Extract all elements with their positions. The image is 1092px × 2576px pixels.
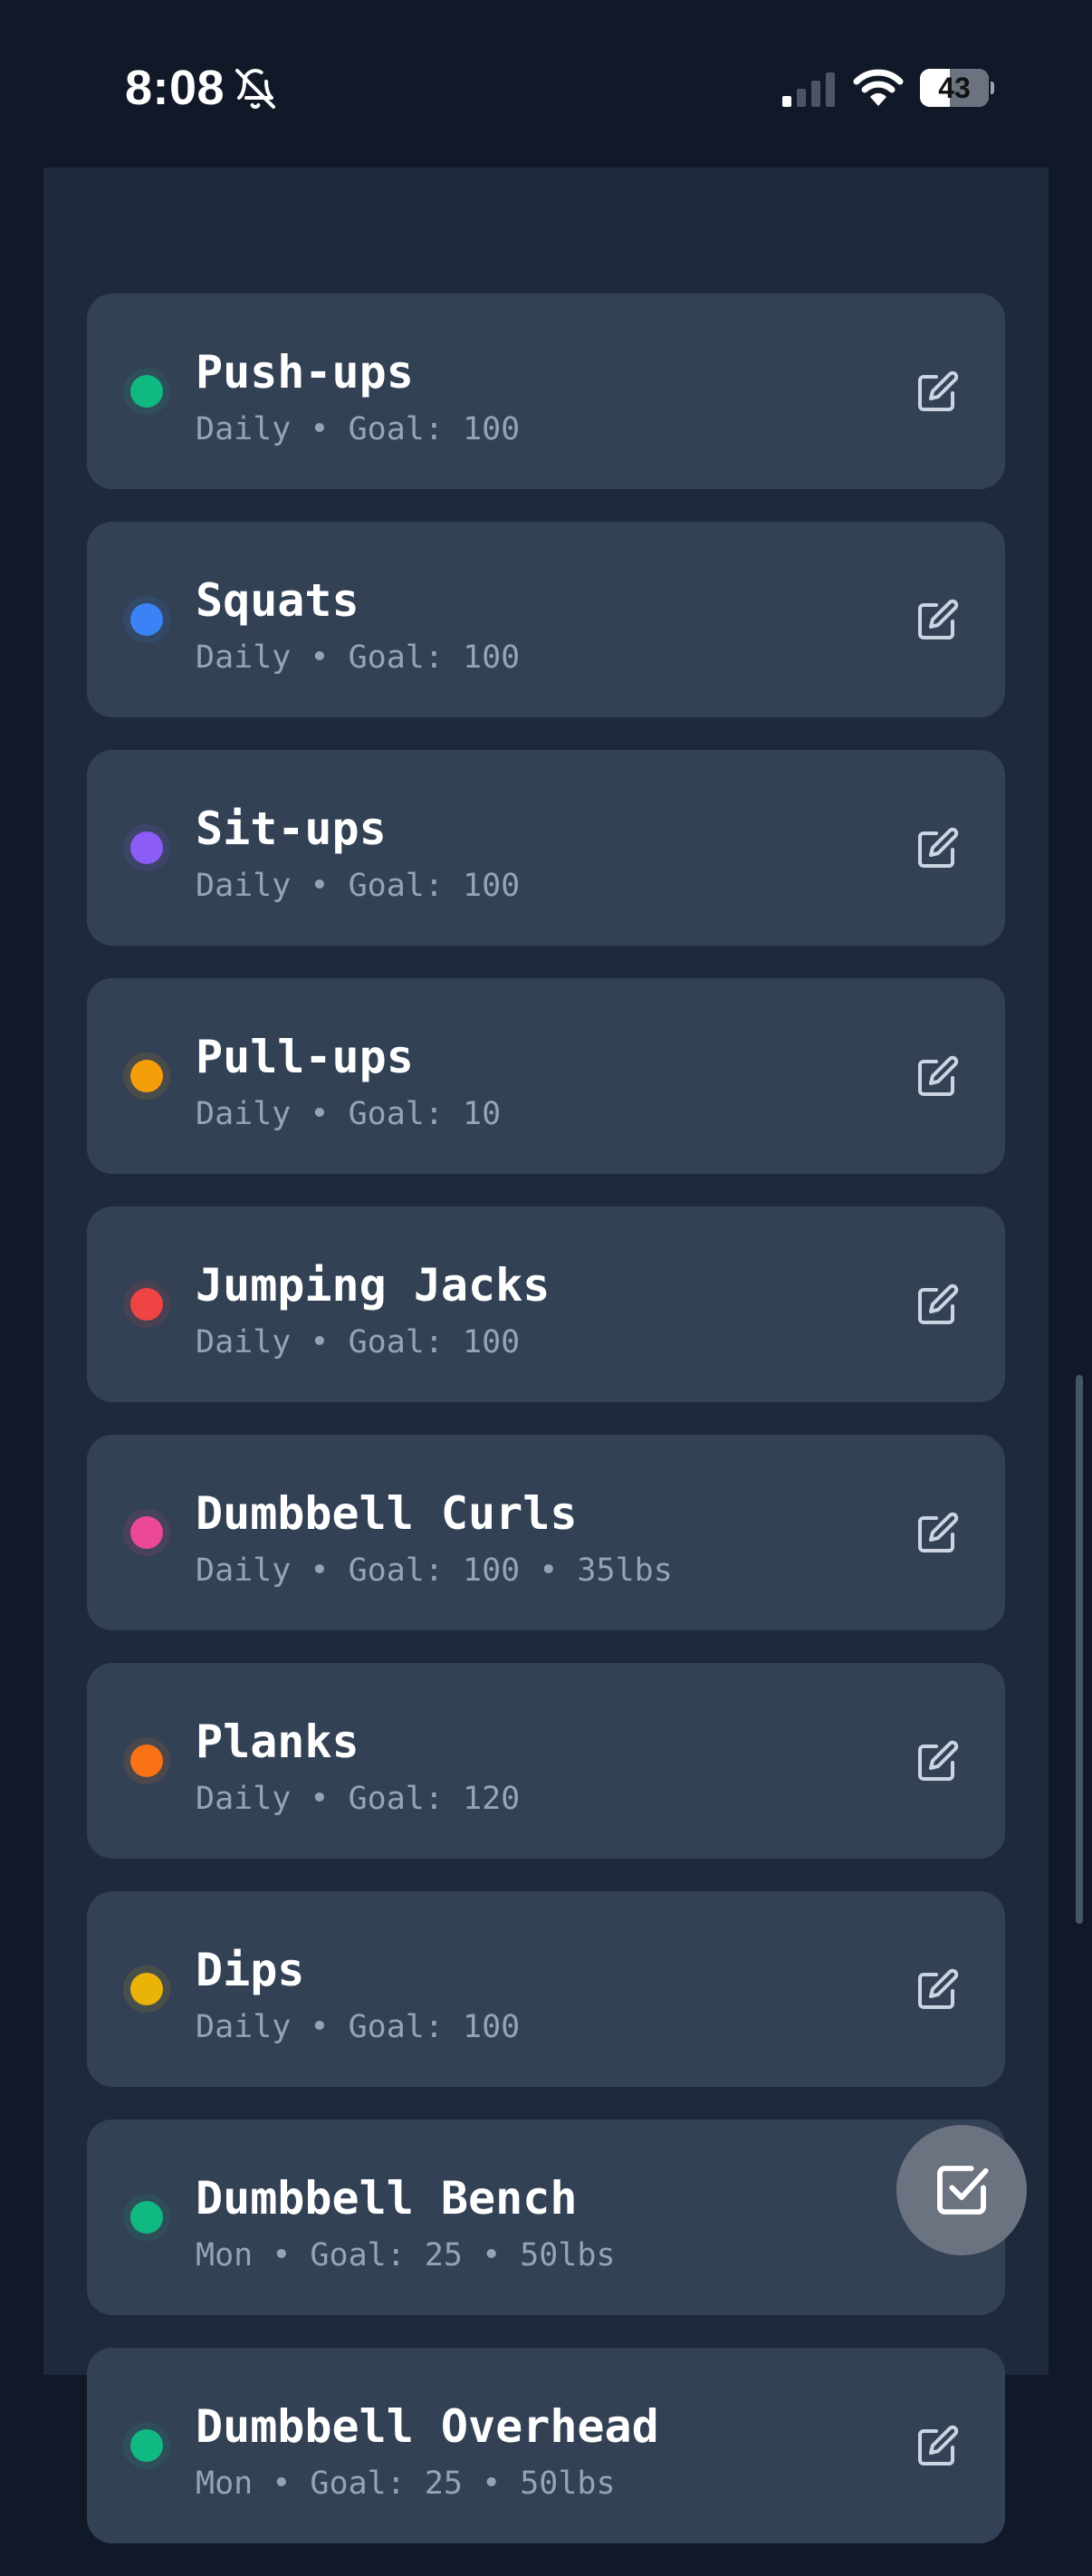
cellular-signal-icon — [782, 72, 835, 107]
exercise-color-dot — [130, 831, 163, 864]
exercise-name: Dumbbell Bench — [196, 2172, 578, 2225]
exercise-name: Pull-ups — [196, 1031, 414, 1083]
battery-level: 43 — [938, 72, 971, 104]
exercise-schedule: Daily • Goal: 100 — [196, 1324, 521, 1360]
bell-slash-icon — [235, 69, 275, 109]
complete-workout-button[interactable] — [896, 2125, 1027, 2255]
exercise-name: Dips — [196, 1944, 305, 1996]
exercise-color-dot — [130, 603, 163, 636]
exercise-card[interactable]: Sit-ups Daily • Goal: 100 — [87, 750, 1005, 946]
edit-icon[interactable] — [916, 1054, 960, 1098]
exercise-name: Push-ups — [196, 346, 414, 399]
exercise-color-dot — [130, 2201, 163, 2234]
exercise-name: Dumbbell Overhead — [196, 2400, 659, 2453]
status-time: 8:08 — [125, 61, 225, 115]
exercise-card[interactable]: Dips Daily • Goal: 100 — [87, 1891, 1005, 2087]
status-bar: 8:08 43 — [0, 0, 1092, 168]
edit-icon[interactable] — [916, 1511, 960, 1554]
edit-icon[interactable] — [916, 826, 960, 870]
exercise-name: Sit-ups — [196, 803, 387, 855]
exercise-card[interactable]: Squats Daily • Goal: 100 — [87, 522, 1005, 717]
exercise-list: Push-ups Daily • Goal: 100 Squats Daily … — [87, 293, 1005, 2576]
battery-body: 43 — [920, 69, 989, 107]
exercise-color-dot — [130, 1745, 163, 1777]
exercise-schedule: Daily • Goal: 100 — [196, 411, 521, 447]
exercise-card[interactable]: Dumbbell Bench Mon • Goal: 25 • 50lbs — [87, 2119, 1005, 2315]
exercise-schedule: Daily • Goal: 100 — [196, 2009, 521, 2045]
battery-cap — [991, 82, 994, 94]
exercise-schedule: Daily • Goal: 10 — [196, 1096, 502, 1132]
exercise-name: Jumping Jacks — [196, 1259, 551, 1312]
exercise-color-dot — [130, 1516, 163, 1549]
exercise-color-dot — [130, 1060, 163, 1092]
edit-icon[interactable] — [916, 598, 960, 641]
exercise-card[interactable]: Planks Daily • Goal: 120 — [87, 1663, 1005, 1859]
exercise-name: Squats — [196, 574, 359, 627]
exercise-color-dot — [130, 1973, 163, 2005]
exercise-schedule: Daily • Goal: 100 — [196, 868, 521, 904]
battery-icon: 43 — [920, 69, 994, 107]
exercise-schedule: Mon • Goal: 25 • 50lbs — [196, 2465, 616, 2502]
exercise-card[interactable]: Dumbbell Curls Daily • Goal: 100 • 35lbs — [87, 1435, 1005, 1630]
edit-icon[interactable] — [916, 1739, 960, 1783]
edit-icon[interactable] — [916, 2424, 960, 2467]
exercise-name: Dumbbell Curls — [196, 1487, 578, 1540]
exercise-card[interactable]: Jumping Jacks Daily • Goal: 100 — [87, 1206, 1005, 1402]
edit-icon[interactable] — [916, 1967, 960, 2011]
checkbox-check-icon — [937, 2166, 989, 2215]
exercise-schedule: Daily • Goal: 120 — [196, 1781, 521, 1817]
exercise-panel: Push-ups Daily • Goal: 100 Squats Daily … — [43, 168, 1049, 2543]
edit-icon[interactable] — [916, 370, 960, 413]
exercise-color-dot — [130, 2429, 163, 2462]
exercise-card[interactable]: Push-ups Daily • Goal: 100 — [87, 293, 1005, 489]
exercise-schedule: Daily • Goal: 100 — [196, 639, 521, 676]
exercise-schedule: Mon • Goal: 25 • 50lbs — [196, 2237, 616, 2273]
scrollbar[interactable] — [1076, 1375, 1083, 1924]
exercise-card[interactable]: Pull-ups Daily • Goal: 10 — [87, 978, 1005, 1174]
exercise-name: Planks — [196, 1716, 359, 1768]
exercise-color-dot — [130, 1288, 163, 1321]
exercise-schedule: Daily • Goal: 100 • 35lbs — [196, 1552, 673, 1589]
exercise-color-dot — [130, 375, 163, 408]
wifi-icon — [853, 69, 904, 106]
exercise-card[interactable]: Dumbbell Overhead Mon • Goal: 25 • 50lbs — [87, 2348, 1005, 2543]
edit-icon[interactable] — [916, 1283, 960, 1326]
